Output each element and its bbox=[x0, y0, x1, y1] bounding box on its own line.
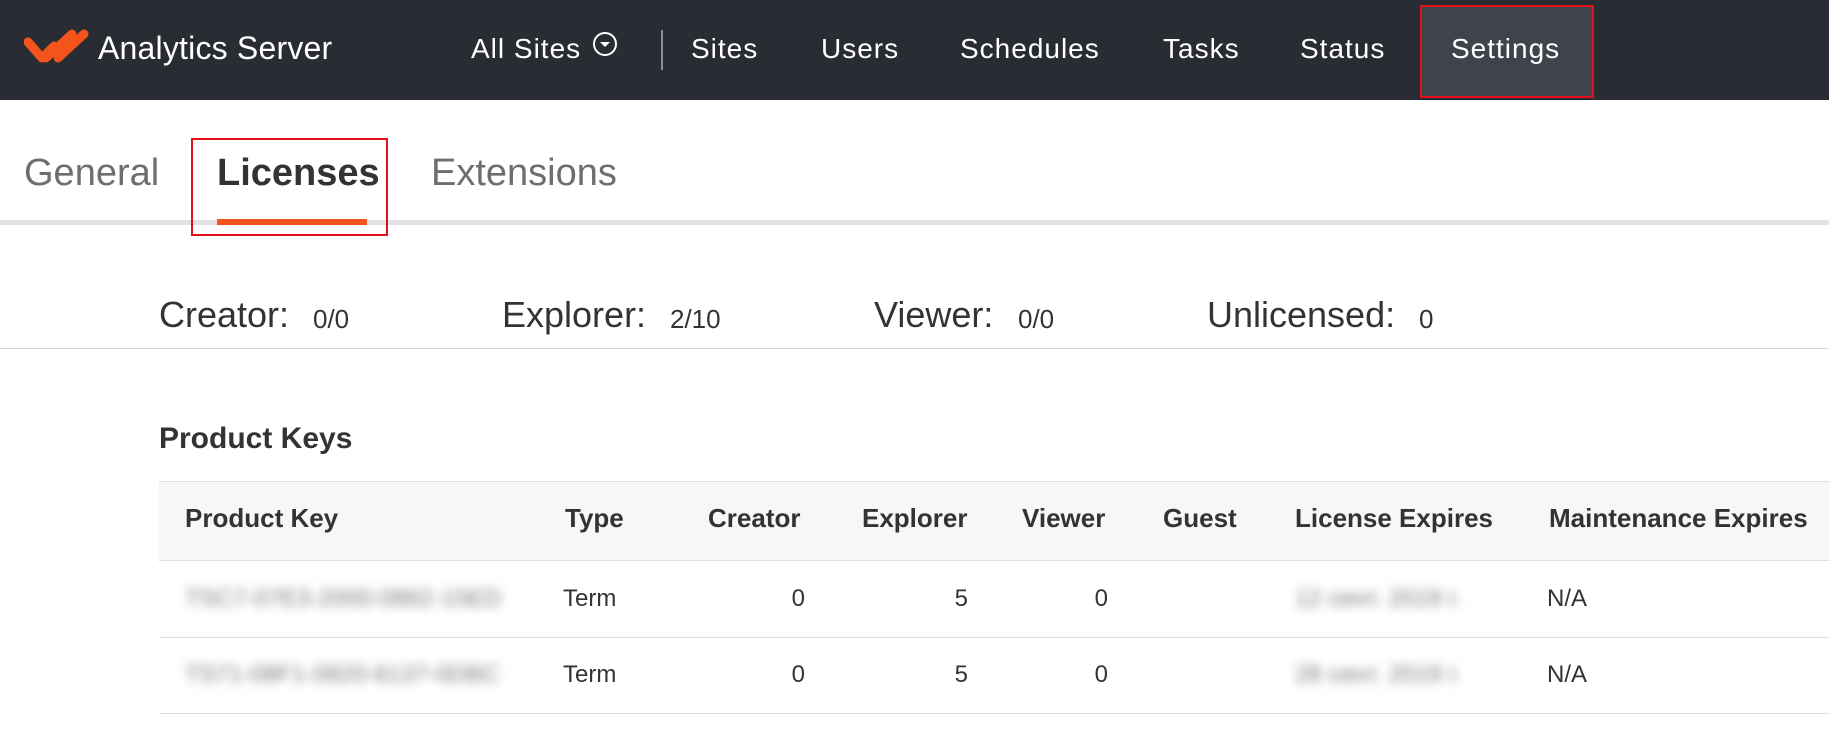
nav-divider bbox=[661, 30, 663, 70]
maintenance-expires-cell: N/A bbox=[1547, 585, 1588, 612]
nav-schedules[interactable]: Schedules bbox=[960, 0, 1100, 100]
explorer-count-label: Explorer: bbox=[502, 294, 647, 335]
unlicensed-count-value: 0 bbox=[1419, 304, 1434, 334]
explorer-cell: 5 bbox=[954, 585, 968, 612]
viewer-count-value: 0/0 bbox=[1018, 304, 1055, 334]
license-expires-cell: 28 сент. 2019 г. bbox=[1295, 661, 1462, 688]
tab-general[interactable]: General bbox=[24, 152, 159, 195]
nav-status[interactable]: Status bbox=[1300, 0, 1385, 100]
nav-tasks[interactable]: Tasks bbox=[1163, 0, 1240, 100]
site-selector[interactable]: All Sites bbox=[471, 0, 619, 100]
column-header-viewer[interactable]: Viewer bbox=[1022, 503, 1105, 534]
row-divider bbox=[159, 637, 1829, 638]
viewer-cell: 0 bbox=[1094, 585, 1108, 612]
app-name: Analytics Server bbox=[98, 29, 333, 66]
nav-sites[interactable]: Sites bbox=[691, 0, 758, 100]
site-selector-label: All Sites bbox=[471, 33, 582, 64]
product-key-cell: TSC7-07E3-2000-0862-15ED bbox=[185, 585, 502, 612]
creator-count-value: 0/0 bbox=[313, 304, 350, 334]
row-divider bbox=[159, 713, 1829, 714]
type-cell: Term bbox=[563, 585, 617, 612]
creator-cell: 0 bbox=[791, 661, 805, 688]
explorer-cell: 5 bbox=[954, 661, 968, 688]
nav-users[interactable]: Users bbox=[821, 0, 899, 100]
tab-licenses-highlight bbox=[191, 138, 388, 236]
column-header-license-expires[interactable]: License Expires bbox=[1295, 503, 1493, 534]
column-header-creator[interactable]: Creator bbox=[708, 503, 800, 534]
explorer-count-value: 2/10 bbox=[670, 304, 721, 334]
unlicensed-count-label: Unlicensed: bbox=[1207, 294, 1396, 335]
column-header-explorer[interactable]: Explorer bbox=[862, 503, 968, 534]
column-header-maintenance-expires[interactable]: Maintenance Expires bbox=[1549, 503, 1808, 534]
type-cell: Term bbox=[563, 661, 617, 688]
creator-count-label: Creator: bbox=[159, 294, 290, 335]
license-expires-cell: 12 сент. 2019 г. bbox=[1295, 585, 1462, 612]
nav-settings[interactable]: Settings bbox=[1451, 0, 1560, 100]
column-header-type[interactable]: Type bbox=[565, 503, 624, 534]
tab-extensions[interactable]: Extensions bbox=[431, 152, 617, 195]
creator-cell: 0 bbox=[791, 585, 805, 612]
app-logo[interactable]: Analytics Server bbox=[24, 28, 332, 68]
maintenance-expires-cell: N/A bbox=[1547, 661, 1588, 688]
product-keys-title: Product Keys bbox=[159, 422, 353, 455]
checkmark-logo-icon bbox=[24, 29, 89, 63]
top-navigation-bar: Analytics Server All Sites Sites Users S… bbox=[0, 0, 1829, 100]
column-header-guest[interactable]: Guest bbox=[1163, 503, 1237, 534]
viewer-cell: 0 bbox=[1094, 661, 1108, 688]
column-header-product-key[interactable]: Product Key bbox=[185, 503, 338, 534]
counts-divider bbox=[0, 348, 1829, 349]
chevron-down-circle-icon bbox=[591, 0, 619, 98]
product-key-cell: TS71-08F1-0820-6137-0DBC bbox=[185, 661, 500, 688]
viewer-count-label: Viewer: bbox=[874, 294, 994, 335]
